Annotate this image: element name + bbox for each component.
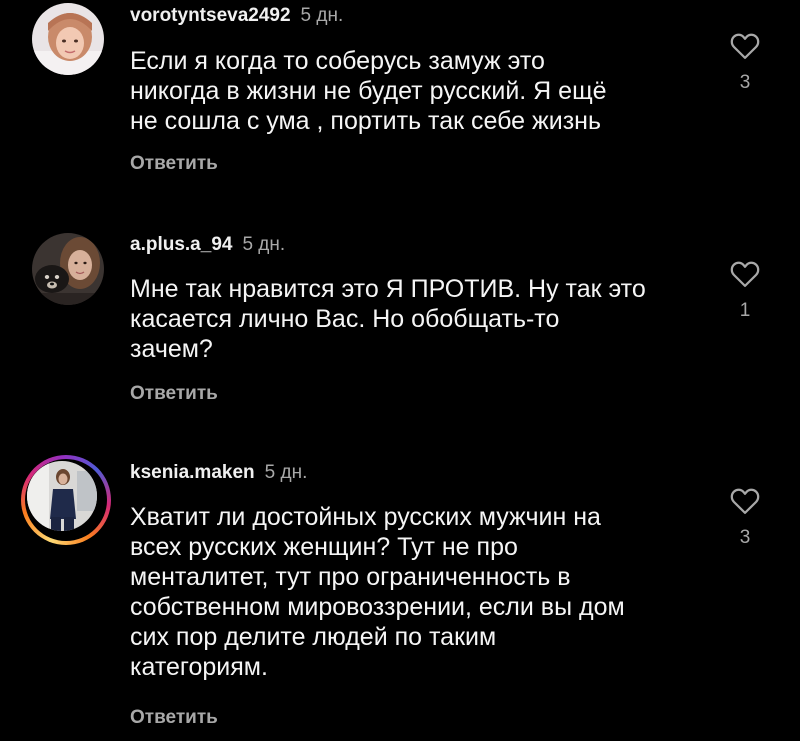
heart-outline-icon xyxy=(730,33,760,59)
comment-text-line: никогда в жизни не будет русский. Я ещё xyxy=(130,77,607,105)
comment-1: vorotyntseva2492 5 дн. Если я когда то со… xyxy=(0,0,800,200)
comment-text-line: собственном мировоззрении, если вы дом xyxy=(130,593,625,621)
like-count: 3 xyxy=(739,72,751,93)
comment-text-line: категориям. xyxy=(130,653,268,681)
username[interactable]: vorotyntseva2492 xyxy=(130,5,291,26)
username[interactable]: a.plus.a_94 xyxy=(130,234,232,255)
username-line: a.plus.a_94 5 дн. xyxy=(130,233,285,257)
avatar-photo xyxy=(32,233,104,305)
comment-text-line: менталитет, тут про ограниченность в xyxy=(130,563,571,591)
comment-text-line: касается лично Вас. Но обобщать-то xyxy=(130,305,560,333)
username[interactable]: ksenia.maken xyxy=(130,462,255,483)
username-line: vorotyntseva2492 5 дн. xyxy=(130,4,343,28)
timestamp: 5 дн. xyxy=(300,5,344,26)
comment-text-line: не сошла с ума , портить так себе жизнь xyxy=(130,107,602,135)
comment-text: Хватит ли достойных русских мужчин на вс… xyxy=(130,502,700,682)
username-line: ksenia.maken 5 дн. xyxy=(130,461,307,485)
comment-text-line: всех русских женщин? Тут не про xyxy=(130,533,518,561)
avatar[interactable] xyxy=(32,3,104,75)
reply-button[interactable]: Ответить xyxy=(130,707,218,729)
comment-text-line: зачем? xyxy=(130,335,213,363)
comment-text: Если я когда то соберусь замуж это никог… xyxy=(130,46,700,136)
avatar-photo xyxy=(32,3,104,75)
like-button[interactable]: 3 xyxy=(728,32,762,94)
story-ring[interactable] xyxy=(21,455,111,545)
heart-outline-icon xyxy=(730,261,760,287)
comment-text: Мне так нравится это Я ПРОТИВ. Ну так эт… xyxy=(130,274,700,364)
avatar xyxy=(27,461,97,531)
avatar[interactable] xyxy=(32,233,104,305)
comment-text-line: Мне так нравится это Я ПРОТИВ. Ну так эт… xyxy=(130,275,646,303)
reply-button[interactable]: Ответить xyxy=(130,153,218,175)
like-button[interactable]: 1 xyxy=(728,260,762,322)
comment-3: ksenia.maken 5 дн. Хватит ли достойных ру… xyxy=(0,455,800,741)
like-count: 1 xyxy=(739,300,751,321)
like-button[interactable]: 3 xyxy=(728,487,762,549)
heart-outline-icon xyxy=(730,488,760,514)
like-count: 3 xyxy=(739,527,751,548)
reply-button[interactable]: Ответить xyxy=(130,383,218,405)
comment-text-line: Хватит ли достойных русских мужчин на xyxy=(130,503,601,531)
avatar-photo xyxy=(27,461,97,531)
comment-text-line: сих пор делите людей по таким xyxy=(130,623,497,651)
comment-text-line: Если я когда то соберусь замуж это xyxy=(130,47,545,75)
timestamp: 5 дн. xyxy=(242,234,286,255)
comment-2: a.plus.a_94 5 дн. Мне так нравится это Я … xyxy=(0,228,800,428)
timestamp: 5 дн. xyxy=(264,462,308,483)
